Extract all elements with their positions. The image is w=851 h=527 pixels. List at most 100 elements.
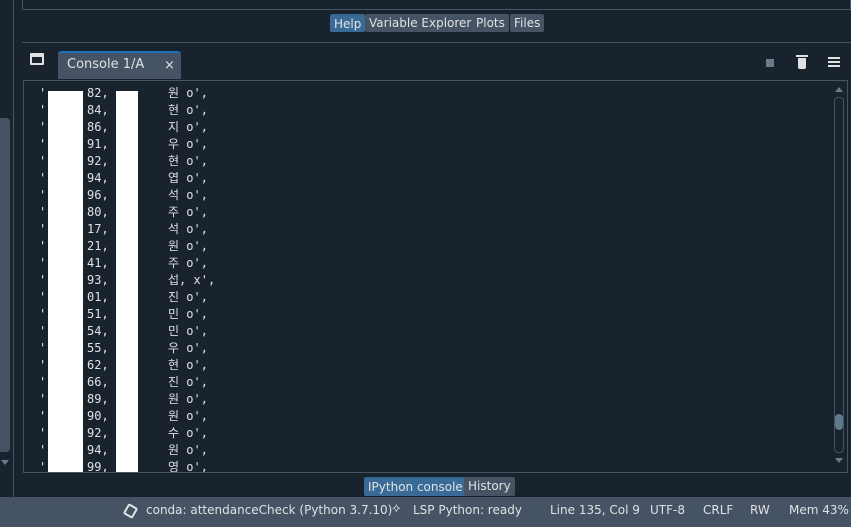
- left-pane-scrollbar[interactable]: [0, 118, 10, 452]
- tab-variable-explorer[interactable]: Variable Explorer: [365, 14, 476, 32]
- console-line-rest: 지 o',: [168, 120, 208, 134]
- status-encoding: UTF-8: [650, 503, 685, 517]
- status-memory: Mem 43%: [789, 503, 849, 517]
- stop-icon[interactable]: [766, 59, 774, 67]
- console-line-q: ': [39, 307, 47, 321]
- top-pane: [22, 0, 851, 10]
- tab-plots[interactable]: Plots: [472, 14, 509, 32]
- conda-cube-icon: [122, 503, 139, 519]
- console-line-num: 62,: [87, 358, 109, 372]
- hamburger-menu-icon[interactable]: [828, 57, 840, 67]
- console-line-q: ': [39, 188, 47, 202]
- console-scrollbar[interactable]: [833, 81, 846, 465]
- console-line-rest: 민 o',: [168, 324, 208, 338]
- tab-ipython-console[interactable]: IPython console: [364, 477, 467, 496]
- scroll-track[interactable]: [834, 97, 844, 453]
- console-line-q: ': [39, 409, 47, 423]
- console-line-num: 92,: [87, 154, 109, 168]
- undock-window-icon[interactable]: [30, 53, 44, 65]
- scroll-thumb[interactable]: [835, 414, 843, 430]
- console-line-q: ': [39, 171, 47, 185]
- console-line-rest: 영 o',: [168, 460, 208, 473]
- console-line-rest: 석 o',: [168, 222, 208, 236]
- console-line-q: ': [39, 460, 47, 473]
- tab-help[interactable]: Help: [330, 14, 366, 32]
- redaction-box: [48, 91, 83, 472]
- console-line-rest: 수 o',: [168, 426, 208, 440]
- console-line-num: 55,: [87, 341, 109, 355]
- console-line-num: 54,: [87, 324, 109, 338]
- console-line-num: 21,: [87, 239, 109, 253]
- console-line-num: 66,: [87, 375, 109, 389]
- console-line-rest: 원 o',: [168, 86, 208, 100]
- trash-icon[interactable]: [796, 55, 808, 69]
- pane-divider: [13, 0, 14, 497]
- console-line-rest: 석 o',: [168, 188, 208, 202]
- scroll-up-icon[interactable]: [835, 87, 843, 92]
- console-line-num: 86,: [87, 120, 109, 134]
- console-line-rest: 원 o',: [168, 239, 208, 253]
- console-line-q: ': [39, 137, 47, 151]
- status-cursor-position: Line 135, Col 9: [550, 503, 640, 517]
- close-icon[interactable]: ×: [164, 58, 175, 73]
- tab-files[interactable]: Files: [510, 14, 545, 32]
- console-line-num: 17,: [87, 222, 109, 236]
- console-line-rest: 진 o',: [168, 290, 208, 304]
- console-line-rest: 우 o',: [168, 137, 208, 151]
- console-line-q: ': [39, 103, 47, 117]
- console-line-rest: 민 o',: [168, 307, 208, 321]
- console-line-q: ': [39, 443, 47, 457]
- console-line-q: ': [39, 341, 47, 355]
- console-line-rest: 현 o',: [168, 154, 208, 168]
- status-lsp: LSP Python: ready: [413, 503, 522, 517]
- console-line-num: 01,: [87, 290, 109, 304]
- console-line-q: ': [39, 375, 47, 389]
- console-line-rest: 엽 o',: [168, 171, 208, 185]
- console-line-num: 91,: [87, 137, 109, 151]
- scroll-down-icon[interactable]: [835, 458, 843, 463]
- tab-console-1a[interactable]: Console 1/A ×: [58, 51, 181, 79]
- console-line-num: 94,: [87, 443, 109, 457]
- console-line-rest: 섭, x',: [168, 273, 216, 287]
- console-line-num: 51,: [87, 307, 109, 321]
- console-line-q: ': [39, 392, 47, 406]
- console-line-rest: 우 o',: [168, 341, 208, 355]
- lsp-status-icon: ⟡: [392, 501, 401, 516]
- console-line-q: ': [39, 205, 47, 219]
- console-line-num: 90,: [87, 409, 109, 423]
- status-eol: CRLF: [703, 503, 734, 517]
- console-line-rest: 원 o',: [168, 409, 208, 423]
- left-scroll-down-icon[interactable]: [1, 460, 9, 465]
- console-line-q: ': [39, 86, 47, 100]
- console-pane: Console 1/A × ' 82, 원 o', ' 84, 현 o', ' 86, 지 o'…: [22, 42, 851, 497]
- console-line-rest: 주 o',: [168, 256, 208, 270]
- status-permissions: RW: [750, 503, 770, 517]
- console-line-num: 84,: [87, 103, 109, 117]
- console-line-rest: 주 o',: [168, 205, 208, 219]
- console-line-q: ': [39, 222, 47, 236]
- console-line-num: 96,: [87, 188, 109, 202]
- console-line-q: ': [39, 256, 47, 270]
- console-line-q: ': [39, 324, 47, 338]
- console-line-q: ': [39, 290, 47, 304]
- console-line-q: ': [39, 154, 47, 168]
- console-line-num: 41,: [87, 256, 109, 270]
- console-line-num: 99,: [87, 460, 109, 473]
- console-line-num: 80,: [87, 205, 109, 219]
- console-output[interactable]: ' 82, 원 o', ' 84, 현 o', ' 86, 지 o', ' 91, 우 o', ' 92,…: [23, 80, 848, 473]
- console-line-q: ': [39, 273, 47, 287]
- status-conda-env: conda: attendanceCheck (Python 3.7.10): [146, 503, 393, 517]
- status-bar: conda: attendanceCheck (Python 3.7.10) ⟡…: [0, 497, 851, 527]
- console-line-num: 89,: [87, 392, 109, 406]
- console-line-rest: 진 o',: [168, 375, 208, 389]
- console-line-rest: 현 o',: [168, 103, 208, 117]
- console-line-q: ': [39, 239, 47, 253]
- console-line-rest: 현 o',: [168, 358, 208, 372]
- console-line-rest: 원 o',: [168, 443, 208, 457]
- console-line-num: 92,: [87, 426, 109, 440]
- tab-history[interactable]: History: [464, 477, 515, 496]
- console-pane-header: Console 1/A ×: [22, 43, 851, 79]
- console-line-num: 82,: [87, 86, 109, 100]
- console-line-num: 94,: [87, 171, 109, 185]
- console-tab-label: Console 1/A: [67, 57, 145, 72]
